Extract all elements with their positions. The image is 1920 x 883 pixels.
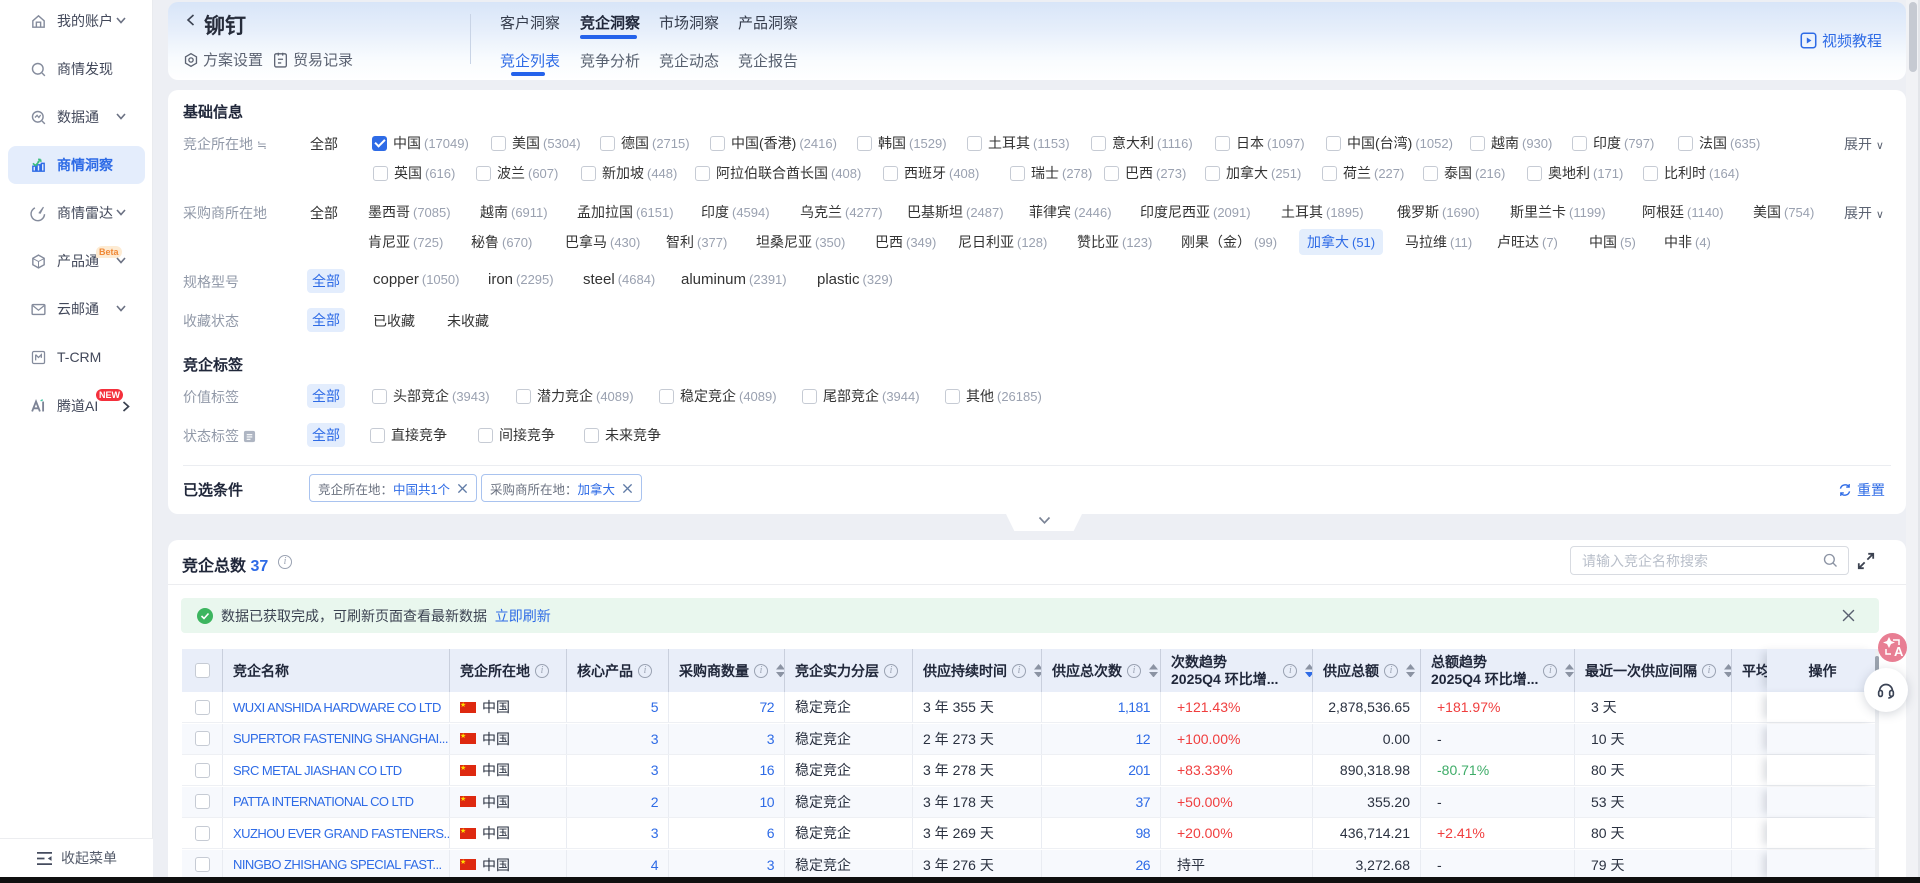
svg-text:A: A	[1894, 644, 1904, 659]
